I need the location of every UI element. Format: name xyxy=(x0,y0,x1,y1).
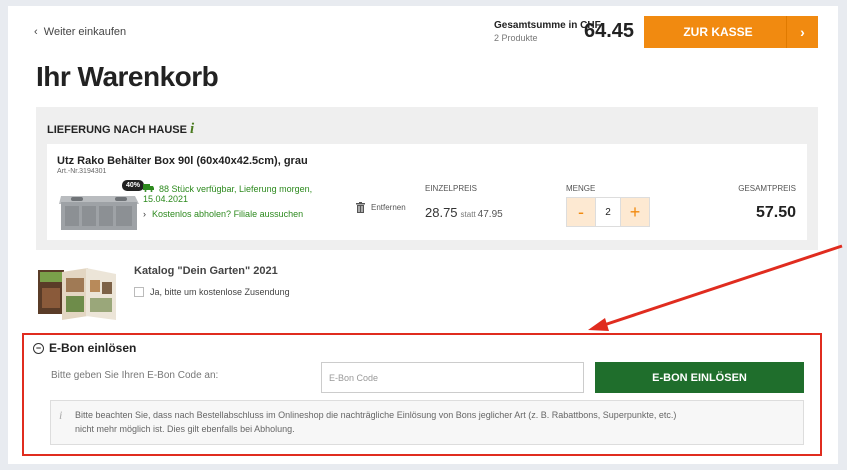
redeem-ebon-button[interactable]: E-BON EINLÖSEN xyxy=(595,362,804,393)
info-icon[interactable]: i xyxy=(190,121,194,137)
page-title: Ihr Warenkorb xyxy=(36,61,219,92)
product-count: 2 Produkte xyxy=(494,33,538,43)
ebon-note-line2: nicht mehr möglich ist. Dies gilt ebenfa… xyxy=(75,424,295,434)
ebon-note: i Bitte beachten Sie, dass nach Bestella… xyxy=(50,400,804,445)
discount-badge: 40% xyxy=(122,180,145,191)
remove-label: Entfernen xyxy=(371,203,406,212)
availability-text: 88 Stück verfügbar, Lieferung morgen, 15… xyxy=(143,184,313,204)
home-delivery-section: LIEFERUNG NACH HAUSE i Utz Rako Behälter … xyxy=(36,107,818,250)
delivery-heading: LIEFERUNG NACH HAUSE i xyxy=(47,121,194,138)
line-total: 57.50 xyxy=(755,204,796,221)
chevron-right-icon: › xyxy=(143,209,146,219)
chevron-left-icon: ‹ xyxy=(34,26,44,38)
truck-icon xyxy=(143,184,155,194)
continue-shopping-label: Weiter einkaufen xyxy=(43,26,127,38)
unit-price-label: EINZELPREIS xyxy=(425,184,478,193)
minus-circle-icon[interactable]: − xyxy=(33,342,44,354)
ebon-prompt: Bitte geben Sie Ihren E-Bon Code an: xyxy=(51,370,219,381)
unit-price: 28.75 statt 47.95 xyxy=(425,205,503,220)
ebon-note-line1: Bitte beachten Sie, dass nach Bestellabs… xyxy=(75,410,677,420)
continue-shopping-link[interactable]: ‹ Weiter einkaufen xyxy=(34,26,126,38)
statt-label: statt xyxy=(460,210,476,219)
ebon-heading[interactable]: − E-Bon einlösen xyxy=(33,341,136,355)
catalog-image xyxy=(36,264,124,324)
ebon-code-input[interactable]: E-Bon Code xyxy=(321,362,584,393)
remove-button[interactable]: Entfernen xyxy=(356,202,406,213)
line-total-label: GESAMTPREIS xyxy=(738,184,796,193)
catalog-checkbox[interactable] xyxy=(134,287,144,297)
article-number: Art.-Nr.3194301 xyxy=(57,168,107,175)
trash-icon xyxy=(356,202,365,213)
old-price: 47.95 xyxy=(477,209,503,220)
chevron-right-icon: › xyxy=(786,16,818,48)
total-amount: 64.45 xyxy=(584,20,635,42)
info-icon: i xyxy=(59,408,63,422)
decrease-quantity-button[interactable]: - xyxy=(567,198,595,226)
pickup-link[interactable]: › Kostenlos abholen? Filiale aussuchen xyxy=(143,209,303,219)
quantity-stepper: - 2 + xyxy=(566,197,650,227)
increase-quantity-button[interactable]: + xyxy=(621,198,649,226)
pickup-text: Kostenlos abholen? Filiale aussuchen xyxy=(152,209,304,219)
ebon-heading-label: E-Bon einlösen xyxy=(49,341,137,355)
product-name[interactable]: Utz Rako Behälter Box 90l (60x40x42.5cm)… xyxy=(57,155,308,167)
catalog-checkbox-label: Ja, bitte um kostenlose Zusendung xyxy=(150,287,290,297)
catalog-optin[interactable]: Ja, bitte um kostenlose Zusendung xyxy=(134,287,290,297)
quantity-value[interactable]: 2 xyxy=(595,198,621,226)
unit-price-value: 28.75 xyxy=(425,205,458,220)
availability-info: 88 Stück verfügbar, Lieferung morgen, 15… xyxy=(143,184,343,204)
quantity-label: MENGE xyxy=(566,184,596,193)
catalog-title: Katalog "Dein Garten" 2021 xyxy=(134,265,278,277)
cart-item: Utz Rako Behälter Box 90l (60x40x42.5cm)… xyxy=(47,144,807,240)
checkout-button[interactable]: ZUR KASSE › xyxy=(644,16,818,48)
delivery-heading-label: LIEFERUNG NACH HAUSE xyxy=(47,124,187,136)
checkout-label: ZUR KASSE xyxy=(683,25,753,39)
